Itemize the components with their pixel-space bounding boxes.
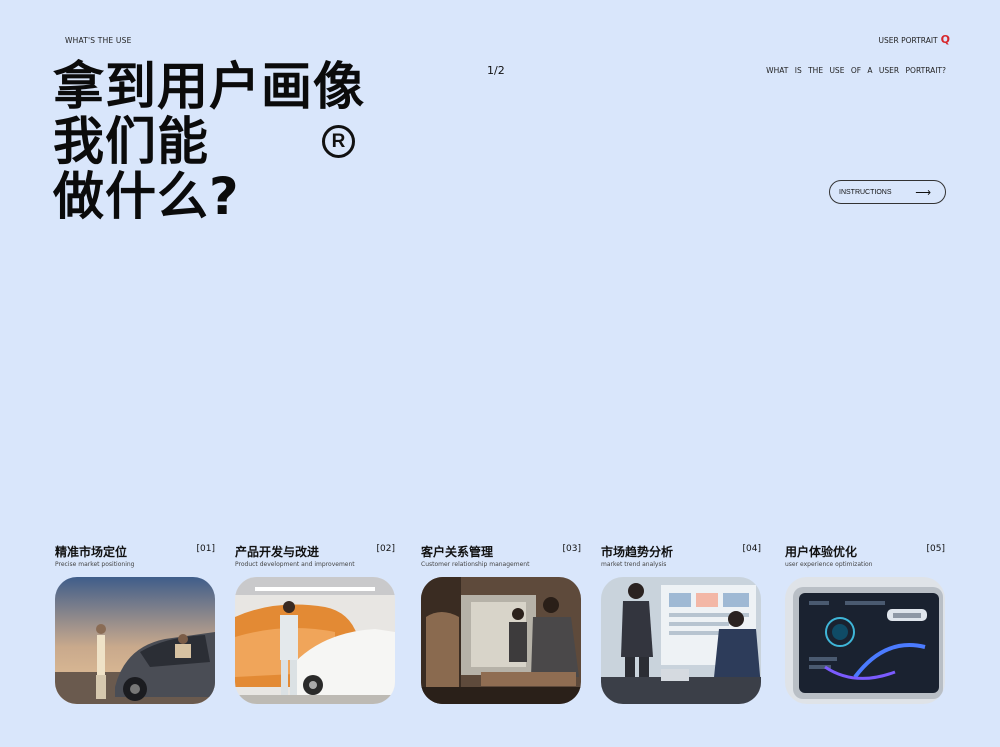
card-title: 客户关系管理 [421, 545, 494, 559]
card-header: 客户关系管理 Customer relationship management … [421, 543, 581, 577]
card-image-meeting-room [601, 577, 761, 704]
card-subtitle: market trend analysis [601, 561, 667, 568]
card-image-car-dashboard [785, 577, 945, 704]
brand-label-text: USER PORTRAIT [878, 36, 938, 45]
card-header: 用户体验优化 user experience optimization [05] [785, 543, 945, 577]
card-subtitle: Precise market positioning [55, 561, 135, 568]
card-title: 精准市场定位 [55, 545, 128, 559]
card-subtitle: Customer relationship management [421, 561, 530, 568]
registered-mark-letter: R [331, 130, 346, 152]
card-image-car-sunset [55, 577, 215, 704]
title-line-1: 拿到用户画像 [53, 58, 366, 117]
card-title: 产品开发与改进 [235, 545, 320, 559]
feature-card-1[interactable]: 精准市场定位 Precise market positioning [01] [55, 543, 215, 704]
card-number: [01] [196, 544, 215, 554]
registered-mark-icon: R [322, 125, 355, 158]
page-number: 1/2 [487, 64, 505, 77]
page-title: 拿到用户画像 我们能 做什么? [53, 60, 365, 225]
arrow-right-icon: ⟶ [915, 186, 931, 199]
card-image-car-interior [421, 577, 581, 704]
brand-label: USER PORTRAIT Q [879, 33, 950, 46]
title-line-3: 做什么? [53, 168, 240, 227]
section-label: WHAT'S THE USE [65, 36, 132, 45]
card-title: 市场趋势分析 [601, 545, 674, 559]
card-header: 市场趋势分析 market trend analysis [04] [601, 543, 761, 577]
card-image-car-studio [235, 577, 395, 704]
brand-q-icon: Q [940, 33, 950, 46]
title-line-2: 我们能 [53, 113, 210, 172]
feature-card-4[interactable]: 市场趋势分析 market trend analysis [04] [601, 543, 761, 704]
instructions-button-label: INSTRUCTIONS [839, 188, 892, 196]
card-subtitle: Product development and improvement [235, 561, 355, 568]
card-number: [02] [376, 544, 395, 554]
card-header: 产品开发与改进 Product development and improvem… [235, 543, 395, 577]
card-header: 精准市场定位 Precise market positioning [01] [55, 543, 215, 577]
card-number: [03] [562, 544, 581, 554]
card-number: [05] [926, 544, 945, 554]
page-subtitle: WHAT IS THE USE OF A USER PORTRAIT? [766, 66, 946, 75]
feature-card-5[interactable]: 用户体验优化 user experience optimization [05] [785, 543, 945, 704]
card-subtitle: user experience optimization [785, 561, 873, 568]
card-title: 用户体验优化 [785, 545, 858, 559]
card-number: [04] [742, 544, 761, 554]
instructions-button[interactable]: INSTRUCTIONS ⟶ [829, 180, 946, 204]
feature-card-2[interactable]: 产品开发与改进 Product development and improvem… [235, 543, 395, 704]
feature-card-3[interactable]: 客户关系管理 Customer relationship management … [421, 543, 581, 704]
